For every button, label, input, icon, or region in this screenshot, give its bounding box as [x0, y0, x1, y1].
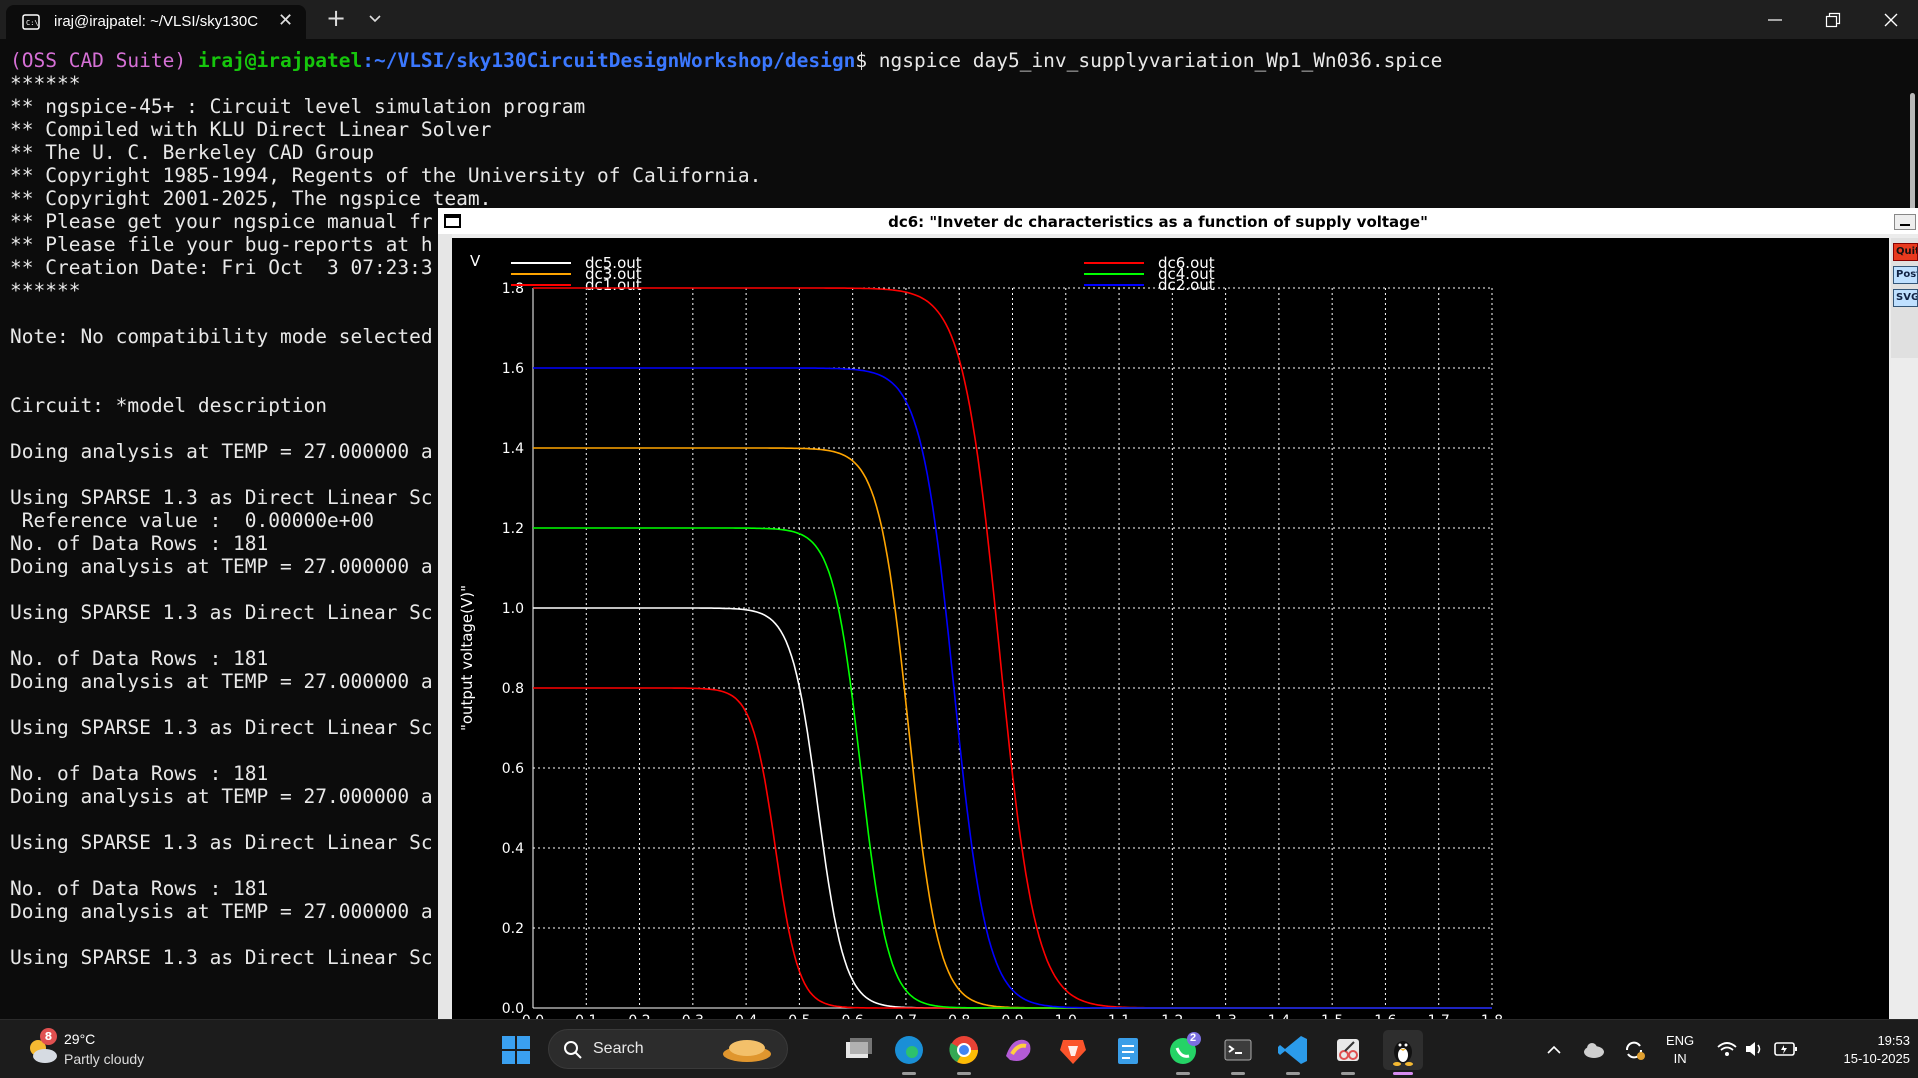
terminal-line: ** The U. C. Berkeley CAD Group	[10, 141, 374, 164]
terminal-titlebar: C:\ iraj@irajpatel: ~/VLSI/sky130C ✕ +	[0, 0, 1918, 39]
chevron-down-icon[interactable]	[366, 10, 384, 28]
terminal-app-icon[interactable]	[1218, 1030, 1258, 1070]
legend-label: dc1.out	[585, 276, 642, 294]
plot-titlebar: dc6: "Inveter dc characteristics as a fu…	[438, 208, 1918, 234]
terminal-line: ** Copyright 1985-1994, Regents of the U…	[10, 164, 762, 187]
running-indicator	[902, 1072, 916, 1075]
y-tick-label: 1.2	[502, 521, 524, 537]
plot-minimize-button[interactable]	[1894, 214, 1916, 230]
terminal-icon: C:\	[22, 14, 40, 30]
prompt-command: $ ngspice day5_inv_supplyvariation_Wp1_W…	[855, 49, 1443, 72]
edge-browser-icon[interactable]	[889, 1030, 929, 1070]
vscode-icon[interactable]	[1273, 1030, 1313, 1070]
active-indicator	[1393, 1072, 1413, 1075]
y-tick-label: 0.4	[502, 841, 524, 857]
windows-start-icon[interactable]	[502, 1036, 530, 1064]
volume-icon[interactable]	[1744, 1040, 1766, 1058]
linux-penguin-icon[interactable]	[1383, 1030, 1423, 1070]
prompt-path: :~/VLSI/sky130CircuitDesignWorkshop/desi…	[362, 49, 856, 72]
weather-temperature: 29°C	[64, 1031, 96, 1047]
search-highlight-icon	[723, 1040, 771, 1062]
postscript-button[interactable]: PostScript	[1893, 266, 1918, 284]
y-tick-label: 0.6	[502, 761, 524, 777]
terminal-line: ******	[10, 72, 81, 95]
running-indicator	[1231, 1072, 1245, 1075]
brave-browser-icon[interactable]	[1053, 1030, 1093, 1070]
plot-canvas[interactable]: 0.00.10.20.30.40.50.60.70.80.91.01.11.21…	[452, 238, 1889, 1020]
window-close-button[interactable]	[1868, 0, 1914, 39]
prompt-line: (OSS CAD Suite) iraj@irajpatel:~/VLSI/sk…	[10, 49, 1442, 72]
clock[interactable]: 19:53 15-10-2025	[1818, 1032, 1911, 1068]
y-tick-label: 0.2	[502, 921, 524, 937]
sync-icon[interactable]	[1622, 1038, 1646, 1062]
prompt-user: iraj@irajpatel	[197, 49, 363, 72]
taskbar-search[interactable]: Search	[548, 1029, 788, 1069]
legend-label: dc2.out	[1158, 276, 1215, 294]
chrome-browser-icon[interactable]	[944, 1030, 984, 1070]
y-tick-label: 1.8	[502, 281, 524, 297]
search-icon	[564, 1041, 582, 1059]
weather-widget[interactable]: 8 29°C Partly cloudy	[20, 1028, 170, 1072]
y-tick-label: 0.8	[502, 681, 524, 697]
y-axis-unit: V	[470, 252, 481, 270]
language-code: ENG	[1666, 1033, 1695, 1048]
weather-badge: 8	[40, 1028, 57, 1045]
plot-frame	[438, 234, 452, 1020]
y-tick-label: 1.6	[502, 361, 524, 377]
whatsapp-badge: 2	[1190, 1032, 1197, 1044]
language-indicator[interactable]: ENG IN	[1666, 1032, 1694, 1068]
window-restore-button[interactable]	[1810, 0, 1856, 39]
task-view-icon[interactable]	[838, 1030, 878, 1070]
running-indicator	[957, 1072, 971, 1075]
running-indicator	[1341, 1072, 1355, 1075]
y-axis-label: "output voltage(V)"	[458, 585, 476, 731]
copilot-icon[interactable]	[998, 1030, 1038, 1070]
minimize-icon	[1768, 19, 1782, 21]
terminal-line: ** ngspice-45+ : Circuit level simulatio…	[10, 95, 586, 118]
snipping-tool-icon[interactable]	[1328, 1030, 1368, 1070]
wifi-icon[interactable]	[1716, 1040, 1738, 1058]
terminal-tab[interactable]: C:\ iraj@irajpatel: ~/VLSI/sky130C ✕	[6, 5, 306, 39]
window-minimize-button[interactable]	[1752, 0, 1798, 39]
search-label: Search	[593, 1040, 644, 1057]
restore-icon	[1825, 12, 1841, 28]
onedrive-cloud-icon[interactable]	[1582, 1040, 1606, 1060]
plot-side-panel: Quit PostScript SVG	[1891, 238, 1918, 358]
clock-date: 15-10-2025	[1843, 1051, 1911, 1066]
svg-button[interactable]: SVG	[1893, 289, 1918, 307]
y-tick-label: 0.0	[502, 1001, 524, 1017]
new-tab-button[interactable]: +	[326, 4, 346, 32]
close-icon	[1884, 13, 1898, 27]
clock-time: 19:53	[1877, 1033, 1910, 1048]
tab-title: iraj@irajpatel: ~/VLSI/sky130C	[54, 13, 259, 30]
terminal-line: ** Copyright 2001-2025, The ngspice team…	[10, 187, 492, 210]
terminal-line: ** Compiled with KLU Direct Linear Solve…	[10, 118, 492, 141]
ngspice-plot-window: dc6: "Inveter dc characteristics as a fu…	[438, 208, 1918, 1020]
running-indicator	[1286, 1072, 1300, 1075]
battery-icon[interactable]	[1774, 1041, 1798, 1057]
running-indicator	[1176, 1072, 1190, 1075]
notepad-icon[interactable]	[1108, 1030, 1148, 1070]
y-tick-label: 1.0	[502, 601, 524, 617]
region-code: IN	[1673, 1051, 1687, 1066]
chevron-up-icon[interactable]	[1544, 1040, 1564, 1060]
y-tick-label: 1.4	[502, 441, 524, 457]
quit-button[interactable]: Quit	[1893, 243, 1918, 261]
weather-description: Partly cloudy	[64, 1051, 145, 1067]
svg-text:C:\: C:\	[26, 19, 39, 27]
taskbar: 8 29°C Partly cloudy Search 2 ENG IN 19:…	[0, 1019, 1918, 1078]
tab-close-button[interactable]: ✕	[278, 10, 293, 31]
whatsapp-icon[interactable]	[1163, 1030, 1203, 1070]
prompt-env: (OSS CAD Suite)	[10, 49, 187, 72]
plot-title: dc6: "Inveter dc characteristics as a fu…	[888, 213, 1428, 231]
